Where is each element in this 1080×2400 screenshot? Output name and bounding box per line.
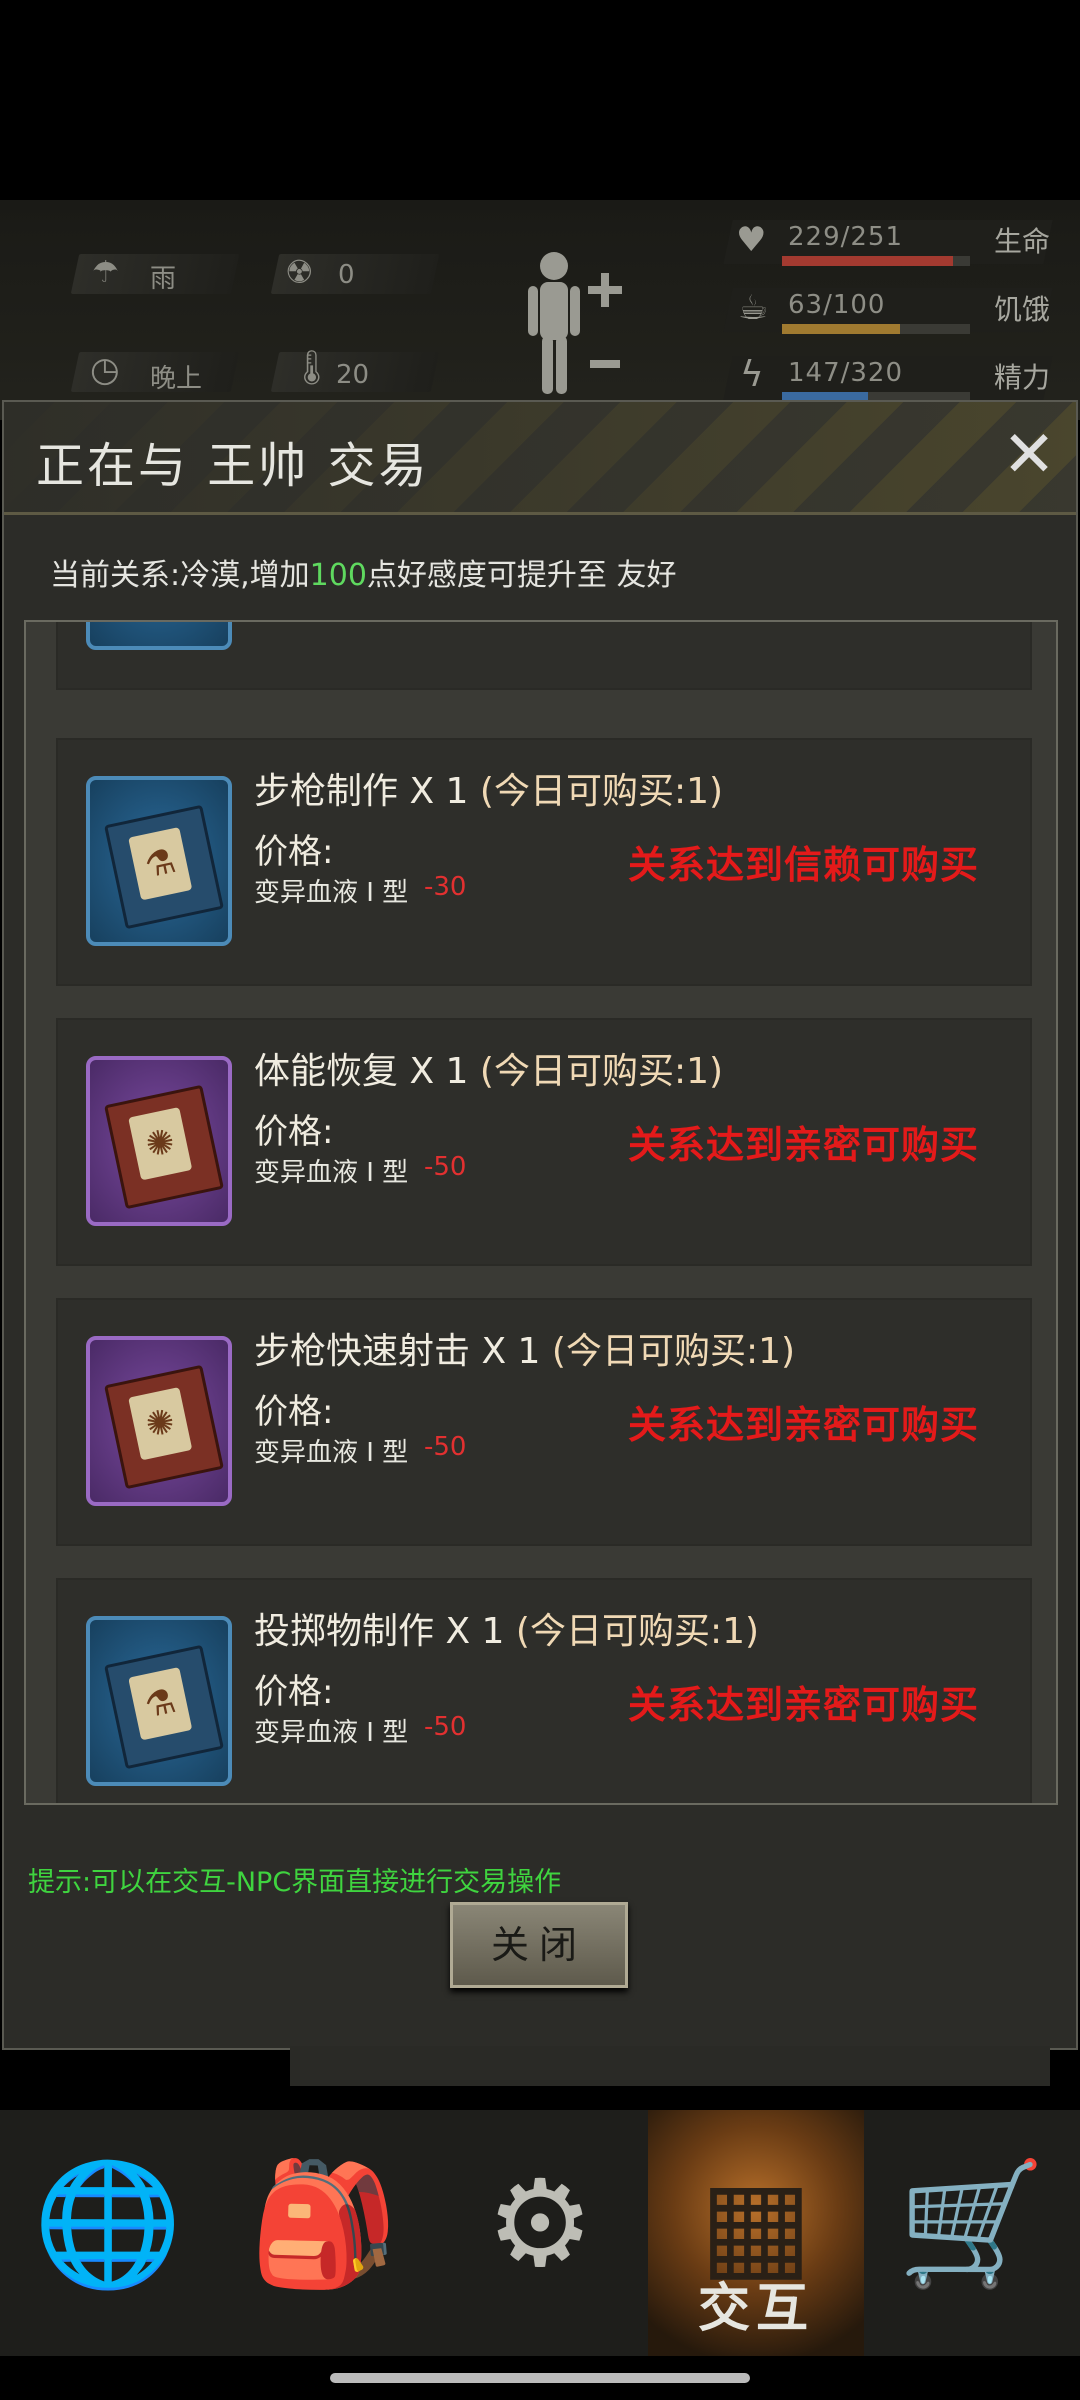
list-item[interactable]: ✺ 体能恢复 X 1 (今日可购买:1) 价格: 变异血液 I 型 -50 关系… (56, 1018, 1032, 1266)
body-status-icon[interactable] (520, 248, 630, 398)
list-item[interactable]: ⚗ 步枪制作 X 1 (今日可购买:1) 价格: 变异血液 I 型 -30 关系… (56, 738, 1032, 986)
item-icon: ✺ (86, 1056, 232, 1226)
item-name: 投掷物制作 X 1 (今日可购买:1) (254, 1602, 759, 1654)
price-currency: 变异血液 I 型 (254, 1158, 409, 1188)
price-label: 价格: (254, 1112, 334, 1152)
trade-dialog: 正在与 王帅 交易 ✕ 当前关系:冷漠,增加100点好感度可提升至 友好 ⚗ 步… (2, 400, 1078, 2050)
purchase-limit: (今日可购买:1) (515, 1611, 760, 1652)
close-icon[interactable]: ✕ (994, 420, 1064, 490)
price-cost: -30 (424, 872, 467, 902)
item-title: 投掷物制作 X 1 (254, 1611, 505, 1652)
hunger-value: 63/100 (788, 290, 886, 320)
relation-suffix: 点好感度可提升至 友好 (366, 558, 677, 593)
dialog-title: 正在与 王帅 交易 (36, 438, 430, 494)
stomach-icon: ☕ (738, 288, 769, 328)
hunger-label: 饥饿 (994, 293, 1051, 326)
price-label: 价格: (254, 1672, 334, 1712)
item-name: 步枪快速射击 X 1 (今日可购买:1) (254, 1322, 795, 1374)
nav-skills[interactable]: ⚙ (432, 2110, 648, 2356)
cart-icon: 🛒 (897, 2155, 1047, 2294)
price-label: 价格: (254, 832, 334, 872)
book-icon: ⚗ (104, 804, 224, 930)
price-cost: -50 (424, 1152, 467, 1182)
item-name: 体能恢复 X 1 (今日可购买:1) (254, 1042, 723, 1094)
book-icon: ⚗ (104, 1644, 224, 1770)
relation-status: 当前关系:冷漠,增加100点好感度可提升至 友好 (50, 550, 676, 594)
nav-inventory[interactable]: 🎒 (216, 2110, 432, 2356)
nav-interact[interactable]: ▦ 交互 (648, 2110, 864, 2356)
price-currency: 变异血液 I 型 (254, 1718, 409, 1748)
sub-tab-strip (290, 2046, 1050, 2086)
price-currency: 变异血液 I 型 (254, 1438, 409, 1468)
clock-icon: ◷ (90, 350, 120, 390)
head-gear-icon: ⚙ (486, 2155, 594, 2294)
purchase-requirement: 关系达到亲密可购买 (628, 1683, 980, 1727)
heart-icon: ♥ (736, 220, 767, 260)
item-icon: ✺ (86, 1336, 232, 1506)
health-value: 229/251 (788, 222, 904, 252)
home-indicator[interactable] (330, 2373, 750, 2383)
item-icon: ⚗ (86, 776, 232, 946)
book-icon: ✺ (104, 1084, 224, 1210)
purchase-limit: (今日可购买:1) (551, 1331, 796, 1372)
temperature-value: 20 (336, 360, 370, 390)
relation-points: 100 (309, 558, 367, 593)
item-icon: ⚗ (86, 1616, 232, 1786)
weather-value: 雨 (150, 264, 177, 294)
list-item[interactable]: ✺ 步枪快速射击 X 1 (今日可购买:1) 价格: 变异血液 I 型 -50 … (56, 1298, 1032, 1546)
price-currency: 变异血液 I 型 (254, 878, 409, 908)
book-icon: ✺ (104, 1364, 224, 1490)
nav-map[interactable]: 🌐 (0, 2110, 216, 2356)
list-item[interactable] (56, 622, 1032, 690)
backpack-icon: 🎒 (249, 2155, 399, 2294)
item-title: 步枪制作 X 1 (254, 771, 469, 812)
purchase-limit: (今日可购买:1) (479, 1051, 724, 1092)
hunger-bar (782, 324, 970, 334)
purchase-requirement: 关系达到亲密可购买 (628, 1123, 980, 1167)
purchase-limit: (今日可购买:1) (479, 771, 724, 812)
radiation-value: 0 (338, 260, 355, 290)
health-bar (782, 256, 970, 266)
energy-value: 147/320 (788, 358, 904, 388)
thermometer-icon: 🌡 (290, 348, 334, 388)
purchase-requirement: 关系达到信赖可购买 (628, 843, 980, 887)
rain-cloud-icon: ☂ (92, 255, 119, 290)
radiation-icon: ☢ (285, 253, 314, 291)
nav-shop[interactable]: 🛒 (864, 2110, 1080, 2356)
price-label: 价格: (254, 1392, 334, 1432)
item-name: 步枪制作 X 1 (今日可购买:1) (254, 762, 723, 814)
item-icon (86, 622, 232, 650)
bottom-nav: 🌐 🎒 ⚙ ▦ 交互 🛒 (0, 2110, 1080, 2356)
trade-tip: 提示:可以在交互-NPC界面直接进行交易操作 (28, 1867, 562, 1898)
price-cost: -50 (424, 1712, 467, 1742)
close-button[interactable]: 关闭 (450, 1902, 628, 1988)
health-label: 生命 (994, 225, 1051, 258)
list-item[interactable]: ⚗ 投掷物制作 X 1 (今日可购买:1) 价格: 变异血液 I 型 -50 关… (56, 1578, 1032, 1803)
nav-interact-label: 交互 (697, 2279, 814, 2339)
price-cost: -50 (424, 1432, 467, 1462)
trade-item-list[interactable]: ⚗ 步枪制作 X 1 (今日可购买:1) 价格: 变异血液 I 型 -30 关系… (24, 620, 1058, 1805)
item-title: 体能恢复 X 1 (254, 1051, 469, 1092)
item-title: 步枪快速射击 X 1 (254, 1331, 541, 1372)
time-value: 晚上 (150, 364, 203, 394)
relation-prefix: 当前关系:冷漠,增加 (50, 558, 310, 593)
globe-icon: 🌐 (33, 2155, 183, 2294)
purchase-requirement: 关系达到亲密可购买 (628, 1403, 980, 1447)
energy-label: 精力 (994, 361, 1051, 394)
energy-icon: ϟ (740, 354, 764, 395)
